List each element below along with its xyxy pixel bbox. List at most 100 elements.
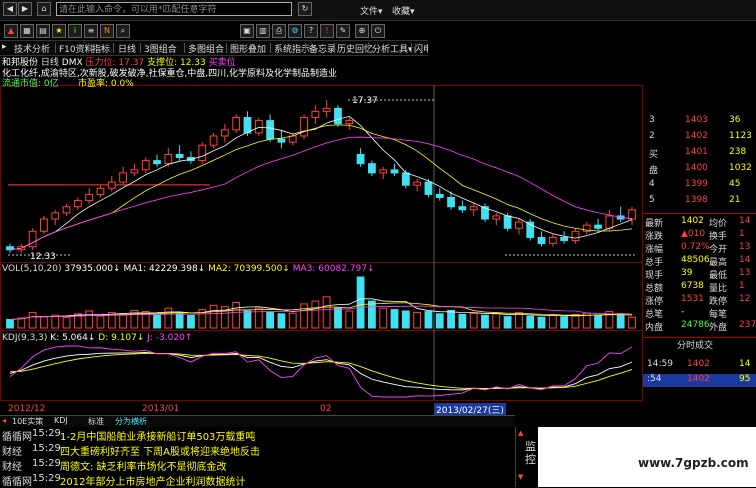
order-volume: 45 xyxy=(729,179,741,189)
volume-bar xyxy=(209,304,218,329)
candle-body xyxy=(424,181,433,195)
stat-row: 涨幅 0.72% 今开 13 xyxy=(643,242,756,255)
stat-row: 内盘 24786外盘 2372 xyxy=(643,320,756,333)
refresh-icon[interactable]: ↻ xyxy=(298,2,312,16)
stat-label: 总手 xyxy=(645,258,664,268)
monitor-sidebar[interactable]: 监控 ▲ ▼ xyxy=(515,427,539,487)
stat-value: 39 xyxy=(681,268,693,278)
candle-body xyxy=(209,135,218,146)
stock-icon[interactable]: ▲ xyxy=(4,24,18,38)
scroll-down-icon[interactable]: ▼ xyxy=(518,473,523,481)
tab-3-chart[interactable]: 3图组合 xyxy=(144,42,177,55)
news-title[interactable]: 四大重磅利好齐至 下周A股或将迎来绝地反击 xyxy=(60,443,260,458)
tools-icon[interactable]: ✎ xyxy=(336,24,350,38)
settings-icon[interactable]: ⚙ xyxy=(288,24,302,38)
home-icon[interactable]: ⌂ xyxy=(37,2,51,16)
volume-bar xyxy=(616,313,625,329)
forward-icon[interactable]: ▶ xyxy=(18,2,32,16)
help-icon[interactable]: ? xyxy=(304,24,318,38)
stat-value: - xyxy=(681,307,685,317)
order-price: 1399 xyxy=(685,179,708,189)
tab-standard[interactable]: 标准 xyxy=(88,416,104,427)
tab-indicator[interactable]: 指标 xyxy=(92,42,110,55)
print-icon[interactable]: ⎙ xyxy=(272,24,286,38)
news-icon[interactable]: N xyxy=(100,24,114,38)
layout-icon[interactable]: ▥ xyxy=(256,24,270,38)
candle-body xyxy=(537,236,546,245)
kdj-d: D: 9.107↓ xyxy=(98,333,145,343)
volume-bar xyxy=(28,311,37,329)
trade-header[interactable]: 分时成交 xyxy=(643,337,756,351)
candle-body xyxy=(85,193,94,202)
scroll-up-icon[interactable]: ▲ xyxy=(518,429,523,437)
date-label-dec: 2012/12 xyxy=(8,404,46,414)
volume-bar xyxy=(243,310,252,329)
trade-time: :54 xyxy=(647,374,662,384)
info-icon[interactable]: i xyxy=(68,24,82,38)
candle-body xyxy=(175,153,184,159)
tab-kdj[interactable]: KDJ xyxy=(54,416,68,425)
tab-analysis-tools[interactable]: 分析工具▾ xyxy=(372,42,413,55)
list-icon[interactable]: ≡ xyxy=(84,24,98,38)
volume-bar xyxy=(62,316,71,329)
stat-value: 1402 xyxy=(681,216,704,226)
news-title[interactable]: 2012年部分上市房地产企业利润数据统计 xyxy=(60,473,245,488)
window-icon[interactable]: ▣ xyxy=(240,24,254,38)
news-item[interactable]: 循循网 15:29 2012年部分上市房地产企业利润数据统计 xyxy=(0,472,515,488)
alert-icon[interactable]: ! xyxy=(320,24,334,38)
stat-value-2: 13 xyxy=(739,242,751,252)
chart-icon[interactable]: ▤ xyxy=(36,24,50,38)
kdj-title: KDJ(9,3,3) xyxy=(2,333,48,343)
candle-body xyxy=(220,129,229,137)
star-icon[interactable]: ★ xyxy=(52,24,66,38)
tab-multi-chart[interactable]: 多图组合 xyxy=(188,42,224,55)
stat-row: 最新 1402 均价 14 xyxy=(643,216,756,229)
command-input[interactable]: 请在此输入命令，可以用*匹配任意字符 xyxy=(56,2,292,16)
tab-memo[interactable]: 备忘录 xyxy=(309,42,336,55)
tab-analysis[interactable]: 分为横析 xyxy=(115,416,147,427)
candle-body xyxy=(435,193,444,198)
toolbar-arrow-icon[interactable]: ▸ xyxy=(2,42,7,52)
volume-bar xyxy=(560,316,569,329)
candle-body xyxy=(413,181,422,186)
stat-value: 0.72% xyxy=(681,242,710,252)
order-price: 1403 xyxy=(685,115,708,125)
news-title[interactable]: 周德文: 缺乏利率市场化不是彻底金改 xyxy=(60,458,227,473)
volume-bar xyxy=(571,313,580,329)
news-item[interactable]: 循循网 15:29 1-2月中国船舶业承接新船订单503万载重吨 xyxy=(0,427,515,443)
stat-value-2: 1 xyxy=(739,229,745,239)
order-book-row: 3 1403 36 xyxy=(643,115,756,128)
zoom-icon[interactable]: ⊕ xyxy=(355,24,369,38)
tab-10e[interactable]: 10E实策 xyxy=(12,416,43,427)
exit-icon[interactable]: ⏻ xyxy=(371,24,385,38)
volume-bar xyxy=(85,310,94,329)
candle-body xyxy=(379,169,388,174)
volume-bar xyxy=(367,300,376,329)
file-menu[interactable]: 文件▾ xyxy=(360,4,383,17)
kline-chart[interactable]: 和邦股份 日线 DMX 压力位: 17.37 支撑位: 12.33 买卖位 化工… xyxy=(0,55,643,430)
bottom-tabs: ◂ 10E实策 KDJ 标准 分为横析 xyxy=(0,415,515,427)
candle-body xyxy=(367,163,376,174)
news-item[interactable]: 财经 15:29 周德文: 缺乏利率市场化不是彻底金改 xyxy=(0,457,515,473)
tab-overlay[interactable]: 图形叠加 xyxy=(230,42,266,55)
search-icon[interactable]: ⌕ xyxy=(116,24,130,38)
volume-bar xyxy=(503,316,512,329)
grid-icon[interactable]: ▦ xyxy=(20,24,34,38)
volume-bar xyxy=(537,316,546,329)
volume-bar xyxy=(164,307,173,329)
favorites-menu[interactable]: 收藏▾ xyxy=(392,4,415,17)
volume-bar xyxy=(356,276,365,329)
news-title[interactable]: 1-2月中国船舶业承接新船订单503万载重吨 xyxy=(60,428,255,443)
news-item[interactable]: 财经 15:29 四大重磅利好齐至 下周A股或将迎来绝地反击 xyxy=(0,442,515,458)
tab-daily[interactable]: 日线 xyxy=(118,42,136,55)
tab-technical-analysis[interactable]: 技术分析 xyxy=(14,42,50,55)
order-price: 1400 xyxy=(685,163,708,173)
kdj-line xyxy=(9,351,633,391)
volume-bar xyxy=(311,300,320,329)
back-icon[interactable]: ◀ xyxy=(3,2,17,16)
volume-bar xyxy=(232,302,241,329)
stat-label: 内盘 xyxy=(645,323,664,333)
order-book-row: 买 1401 238 xyxy=(643,147,756,160)
candle-body xyxy=(51,212,60,220)
tab-realtime[interactable]: ◂ xyxy=(2,416,6,425)
